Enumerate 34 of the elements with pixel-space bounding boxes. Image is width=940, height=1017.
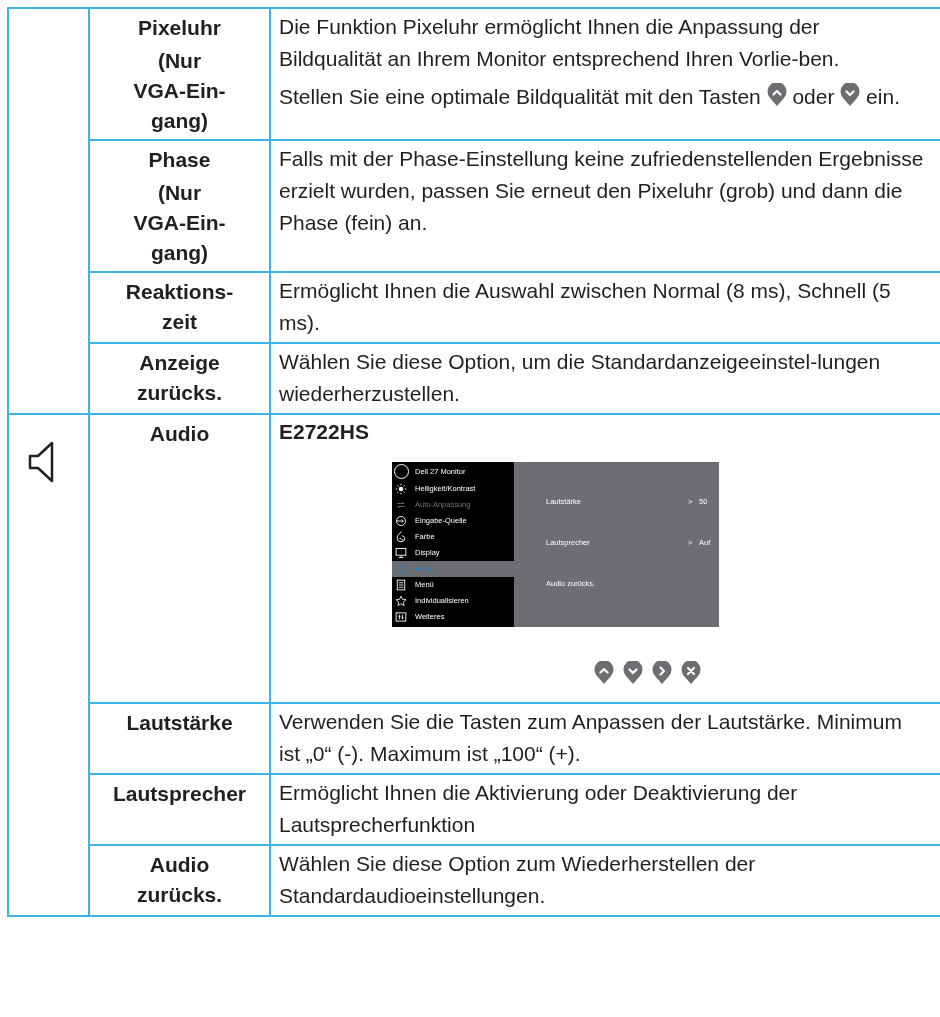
setting-name: Anzeige zurücks.: [135, 350, 224, 406]
arrows-icon: [395, 499, 407, 511]
down-key-icon: [623, 661, 643, 685]
setting-note: (Nur VGA-Ein-gang): [132, 48, 227, 134]
setting-note: (Nur VGA-Ein-gang): [132, 180, 227, 266]
description-text: Falls mit der Phase-Einstellung keine zufriedenstellenden Ergebnisse erzielt wurden, passen Sie erneut den Pixeluhr (grob) und dann die Phase (fein) an.: [279, 146, 925, 236]
description-text: Ermöglicht Ihnen die Aktivierung oder Deaktivierung der Lautsprecherfunktion: [279, 780, 799, 838]
setting-name: Reaktions-zeit: [124, 279, 235, 335]
sun-icon: [395, 483, 407, 495]
right-key-icon: [652, 661, 672, 685]
monitor-icon: [395, 547, 407, 559]
up-key-icon: [594, 661, 614, 685]
up-key-icon: [766, 83, 787, 107]
description-text: Verwenden Sie die Tasten zum Anpassen der Lautstärke. Minimum ist „0“ (-). Maximum ist „100“ (+).: [279, 709, 903, 767]
list-icon: [395, 579, 407, 591]
input-icon: [395, 515, 407, 527]
setting-name: Audio: [148, 421, 211, 447]
description-text: Die Funktion Pixeluhr ermöglicht Ihnen die Anpassung der Bildqualität an Ihrem Monitor entsprechend Ihren Vorlie-ben.: [279, 14, 841, 72]
description-text: Ermöglicht Ihnen die Auswahl zwischen Normal (8 ms), Schnell (5 ms).: [279, 278, 892, 336]
setting-name: Lautstärke: [125, 710, 234, 736]
setting-name: Pixeluhr: [137, 15, 222, 41]
speaker-icon: [395, 563, 407, 575]
palette-icon: [395, 531, 407, 543]
setting-name: Lautsprecher: [113, 781, 246, 807]
description-text: Stellen Sie eine optimale Bildqualität mit den Tasten oder ein.: [279, 82, 901, 110]
down-key-icon: [840, 83, 861, 107]
close-key-icon: [681, 661, 701, 685]
description-text: Wählen Sie diese Option zum Wiederherstellen der Standardaudioeinstellungen.: [279, 851, 757, 909]
setting-name: Audio zurücks.: [135, 852, 224, 908]
star-icon: [395, 595, 407, 607]
description-text: Wählen Sie diese Option, um die Standardanzeigeeinstel-lungen wiederherzustellen.: [279, 349, 882, 407]
sliders-icon: [395, 611, 407, 623]
model-heading: E2722HS: [279, 419, 370, 445]
setting-name: Phase: [147, 147, 212, 173]
